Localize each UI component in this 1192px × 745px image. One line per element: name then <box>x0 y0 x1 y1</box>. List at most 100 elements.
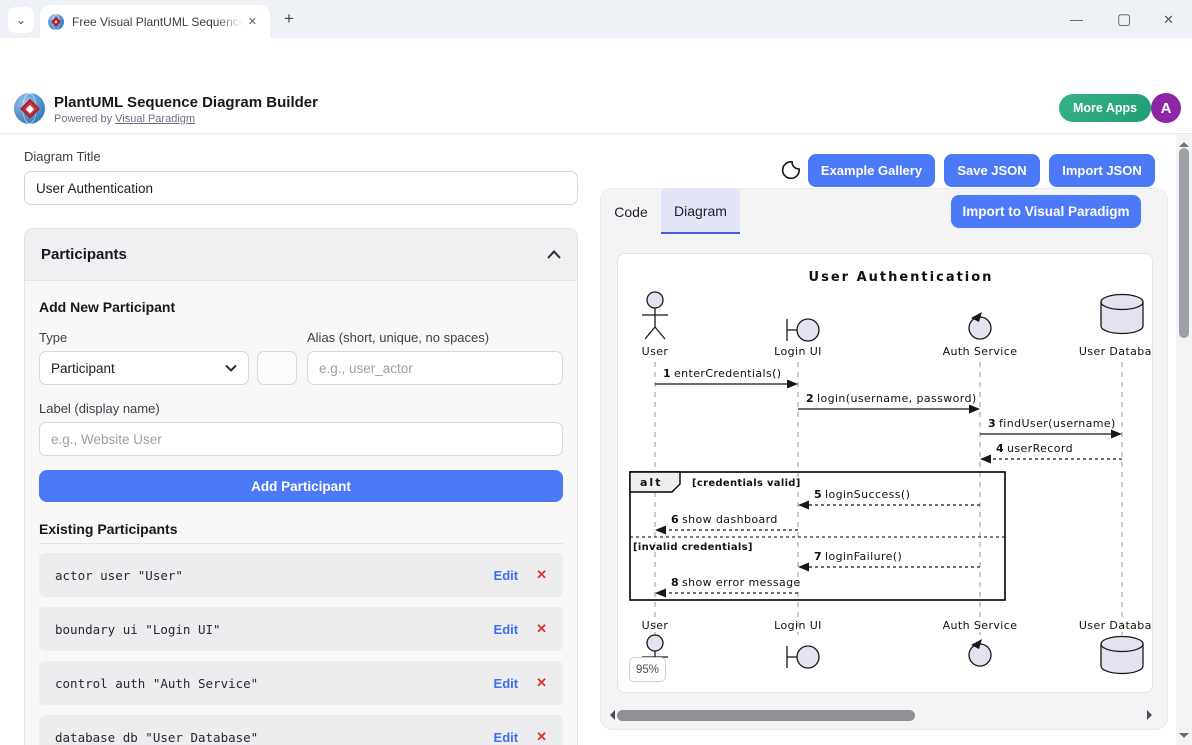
import-json-button[interactable]: Import JSON <box>1049 154 1155 187</box>
save-json-button[interactable]: Save JSON <box>944 154 1040 187</box>
dark-mode-toggle[interactable] <box>776 155 806 185</box>
window-minimize-button[interactable]: — <box>1070 12 1083 27</box>
type-label: Type <box>39 330 67 345</box>
scroll-right-arrow[interactable] <box>1147 710 1157 720</box>
window-close-button[interactable]: ✕ <box>1163 12 1174 28</box>
message-label: show dashboard <box>682 513 778 526</box>
scroll-down-arrow[interactable] <box>1179 733 1189 743</box>
example-gallery-button[interactable]: Example Gallery <box>808 154 935 187</box>
tab-search-button[interactable]: ⌄ <box>8 7 34 33</box>
app-logo <box>14 93 45 124</box>
window-maximize-button[interactable]: ▢ <box>1117 10 1131 28</box>
participant-label: Login UI <box>774 619 822 632</box>
scroll-left-arrow[interactable] <box>605 710 615 720</box>
delete-icon[interactable]: ✕ <box>536 621 547 637</box>
message-label: show error message <box>682 576 801 589</box>
delete-icon[interactable]: ✕ <box>536 567 547 583</box>
more-apps-button[interactable]: More Apps <box>1059 94 1151 122</box>
browser-tab[interactable]: Free Visual PlantUML Sequence ✕ <box>40 5 270 38</box>
label-input[interactable] <box>39 422 563 456</box>
vertical-scrollbar-thumb[interactable] <box>1179 148 1189 338</box>
sequence-title: User Authentication <box>809 270 994 285</box>
actor-symbol-top <box>642 292 668 339</box>
app-header: PlantUML Sequence Diagram Builder Powere… <box>0 85 1192 134</box>
zoom-level-badge: 95% <box>629 657 666 682</box>
tab-code[interactable]: Code <box>601 189 661 234</box>
divider <box>39 543 563 544</box>
horizontal-scrollbar-thumb[interactable] <box>617 710 915 721</box>
import-to-visual-paradigm-button[interactable]: Import to Visual Paradigm <box>951 195 1141 228</box>
edit-link[interactable]: Edit <box>494 676 519 691</box>
edit-link[interactable]: Edit <box>494 730 519 745</box>
user-avatar[interactable]: A <box>1151 93 1181 123</box>
control-symbol-top <box>969 312 991 339</box>
alias-label: Alias (short, unique, no spaces) <box>307 330 489 345</box>
boundary-symbol-top <box>787 319 819 341</box>
scroll-up-arrow[interactable] <box>1179 137 1189 147</box>
participant-label: Auth Service <box>943 345 1018 358</box>
powered-by: Powered by Visual Paradigm <box>54 113 195 125</box>
participants-card-header[interactable]: Participants <box>25 229 577 281</box>
participant-label: Login UI <box>774 345 822 358</box>
delete-icon[interactable]: ✕ <box>536 675 547 691</box>
participant-label: Auth Service <box>943 619 1018 632</box>
arrowhead <box>969 405 980 414</box>
message-number: 6 <box>671 513 679 526</box>
participant-row: boundary ui "Login UI" Edit ✕ <box>39 607 563 651</box>
chevron-up-icon <box>547 250 561 259</box>
participant-row: actor user "User" Edit ✕ <box>39 553 563 597</box>
alt-guard-invalid: [invalid credentials] <box>633 542 753 553</box>
control-symbol-bottom <box>969 639 991 666</box>
diagram-title-label: Diagram Title <box>24 149 101 164</box>
alt-operator: alt <box>640 476 662 489</box>
page-scrollbar[interactable] <box>1176 135 1192 745</box>
participant-code: boundary ui "Login UI" <box>55 622 494 637</box>
message-label: userRecord <box>1007 442 1073 455</box>
label-label: Label (display name) <box>39 401 160 416</box>
edit-link[interactable]: Edit <box>494 568 519 583</box>
tab-close-icon[interactable]: ✕ <box>243 12 262 31</box>
tab-title: Free Visual PlantUML Sequence <box>72 15 243 29</box>
message-number: 2 <box>806 392 814 405</box>
arrowhead <box>1111 430 1122 439</box>
participant-code: actor user "User" <box>55 568 494 583</box>
participants-title: Participants <box>41 246 127 263</box>
message-label: enterCredentials() <box>674 367 781 380</box>
message-number: 5 <box>814 488 822 501</box>
edit-link[interactable]: Edit <box>494 622 519 637</box>
participant-label: User <box>642 345 669 358</box>
participant-code: database db "User Database" <box>55 730 494 745</box>
add-participant-button[interactable]: Add Participant <box>39 470 563 502</box>
participant-row: control auth "Auth Service" Edit ✕ <box>39 661 563 705</box>
alt-guard-valid: [credentials valid] <box>692 478 801 489</box>
participant-label: User Database <box>1079 345 1153 358</box>
new-tab-button[interactable]: + <box>284 9 294 29</box>
type-select-value: Participant <box>51 361 115 376</box>
boundary-symbol-bottom <box>787 646 819 668</box>
powered-by-prefix: Powered by <box>54 113 112 125</box>
browser-toolbar: ← → ⟳ ai-toolbox.visual-paradigm.com/app… <box>0 38 1192 85</box>
message-number: 8 <box>671 576 679 589</box>
builder-panel: Code Diagram Import to Visual Paradigm U… <box>600 188 1168 730</box>
visual-paradigm-link[interactable]: Visual Paradigm <box>115 113 195 125</box>
delete-icon[interactable]: ✕ <box>536 729 547 745</box>
chevron-down-icon <box>225 364 237 372</box>
arrowhead <box>655 589 666 598</box>
message-number: 4 <box>996 442 1004 455</box>
arrowhead <box>798 501 809 510</box>
participants-card: Participants Add New Participant Type Pa… <box>24 228 578 745</box>
diagram-canvas[interactable]: User Authentication <box>617 253 1153 693</box>
color-picker-box[interactable] <box>257 351 297 385</box>
alias-input[interactable] <box>307 351 563 385</box>
type-select[interactable]: Participant <box>39 351 249 385</box>
moon-icon <box>780 159 802 181</box>
participant-code: control auth "Auth Service" <box>55 676 494 691</box>
sequence-diagram-svg: User Authentication <box>618 254 1153 693</box>
tab-diagram[interactable]: Diagram <box>661 189 740 234</box>
site-favicon <box>48 14 64 30</box>
existing-participants-title: Existing Participants <box>39 521 177 537</box>
arrowhead <box>980 455 991 464</box>
arrowhead <box>655 526 666 535</box>
message-label: login(username, password) <box>817 392 977 405</box>
diagram-title-input[interactable] <box>24 171 578 205</box>
